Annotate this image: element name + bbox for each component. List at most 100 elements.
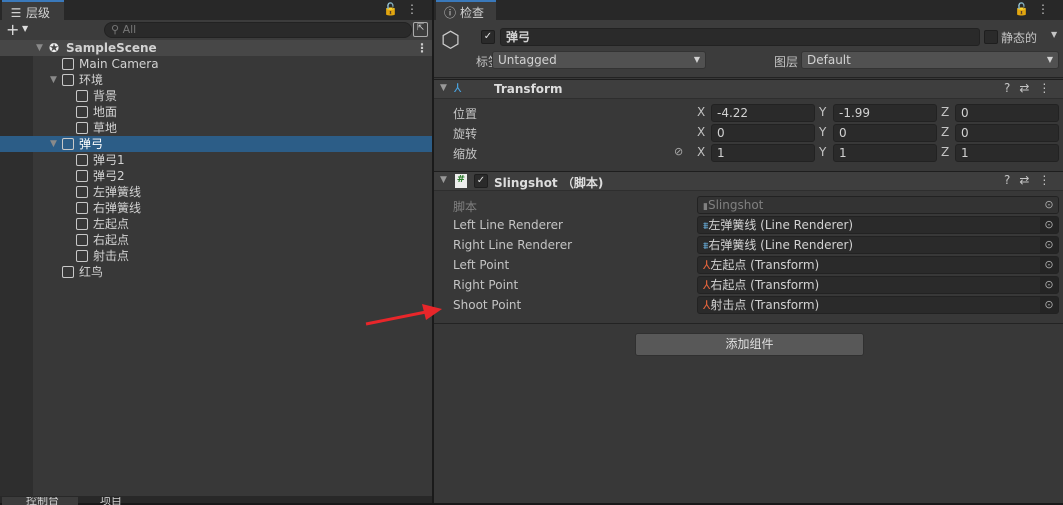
layer-label: 图层	[774, 55, 799, 69]
script-field: ▮Slingshot ⊙	[697, 196, 1059, 214]
hierarchy-item[interactable]: Main Camera	[0, 56, 432, 72]
hierarchy-item[interactable]: 地面	[0, 104, 432, 120]
field-value: 射击点 (Transform)	[710, 298, 820, 312]
field-value: 右弹簧线 (Line Renderer)	[708, 238, 854, 252]
field-value: 左起点 (Transform)	[710, 258, 820, 272]
expand-arrow-icon[interactable]: ▼	[50, 136, 62, 152]
field-label: Left Point	[453, 258, 510, 272]
transform-header[interactable]: ▼ ⅄ Transform ?⇄⋮	[434, 79, 1063, 99]
chevron-down-icon[interactable]: ▼	[22, 24, 28, 33]
axis-z-label: Z	[941, 145, 950, 159]
hierarchy-item[interactable]: 背景	[0, 88, 432, 104]
tab-label: 层级	[26, 6, 51, 20]
transform-y-input[interactable]: 0	[833, 124, 937, 142]
tab-console[interactable]: 控制台	[2, 497, 78, 505]
hierarchy-item[interactable]: 红鸟	[0, 264, 432, 280]
collapse-arrow-icon[interactable]: ▼	[440, 83, 447, 93]
static-checkbox[interactable]	[984, 30, 998, 44]
hierarchy-item[interactable]: 右弹簧线	[0, 200, 432, 216]
tag-value: Untagged	[498, 53, 557, 67]
add-button[interactable]: +	[6, 20, 19, 39]
object-picker-icon[interactable]: ⊙	[1040, 277, 1058, 293]
hierarchy-item[interactable]: 左弹簧线	[0, 184, 432, 200]
scene-visibility-button[interactable]: ⇱	[413, 22, 428, 37]
hierarchy-item[interactable]: 射击点	[0, 248, 432, 264]
bottom-tabbar: 控制台 项目	[0, 496, 432, 505]
transform-z-input[interactable]: 0	[955, 124, 1059, 142]
hierarchy-item[interactable]: 草地	[0, 120, 432, 136]
transform-icon: ⅄	[454, 81, 462, 95]
field-label: Right Line Renderer	[453, 238, 573, 252]
hierarchy-item[interactable]: ▼ 弹弓	[0, 136, 432, 152]
transform-row-label: 缩放	[453, 147, 478, 161]
tab-project[interactable]: 项目	[100, 497, 122, 505]
add-component-button[interactable]: 添加组件	[635, 333, 864, 356]
transform-y-input[interactable]: 1	[833, 144, 937, 162]
search-input[interactable]: ⚲ All	[104, 22, 412, 38]
scene-name: SampleScene	[66, 41, 157, 55]
hierarchy-panel: ☰ 层级 🔓⋮ + ▼ ⚲ All ⇱ ▼ ✪ SampleScene ⋮ Mai…	[0, 0, 432, 505]
help-preset-menu-icons[interactable]: ?⇄⋮	[1004, 173, 1059, 187]
hierarchy-item[interactable]: ▼ 环境	[0, 72, 432, 88]
object-picker-icon[interactable]: ⊙	[1040, 257, 1058, 273]
active-checkbox[interactable]: ✓	[481, 30, 495, 44]
item-label: 地面	[93, 105, 118, 119]
gameobject-cube-icon	[76, 170, 88, 182]
hierarchy-item[interactable]: 弹弓2	[0, 168, 432, 184]
transform-z-input[interactable]: 0	[955, 104, 1059, 122]
expand-arrow-icon[interactable]: ▼	[50, 72, 62, 88]
transform-x-input[interactable]: 1	[711, 144, 815, 162]
field-value: 右起点 (Transform)	[710, 278, 820, 292]
scene-menu-icon[interactable]: ⋮	[416, 40, 428, 56]
gameobject-cube-icon	[76, 154, 88, 166]
object-header: ⬡ ✓ 弹弓 静态的 ▼ 标签 Untagged ▼ 图层 Default ▼	[434, 20, 1063, 78]
tab-hierarchy[interactable]: ☰ 层级	[2, 0, 64, 20]
lock-menu-icons[interactable]: 🔓⋮	[1014, 2, 1057, 16]
object-reference-field[interactable]: ⅄射击点 (Transform) ⊙	[697, 296, 1059, 314]
object-name-input[interactable]: 弹弓	[500, 28, 980, 46]
object-picker-icon[interactable]: ⊙	[1040, 297, 1058, 313]
scene-row[interactable]: ▼ ✪ SampleScene ⋮	[0, 40, 432, 56]
layer-dropdown[interactable]: Default ▼	[801, 51, 1059, 69]
object-picker-icon[interactable]: ⊙	[1040, 217, 1058, 233]
script-enabled-checkbox[interactable]: ✓	[474, 174, 488, 188]
gameobject-cube-icon	[76, 250, 88, 262]
hierarchy-item[interactable]: 右起点	[0, 232, 432, 248]
transform-x-input[interactable]: -4.22	[711, 104, 815, 122]
tag-dropdown[interactable]: Untagged ▼	[492, 51, 706, 69]
tab-inspector[interactable]: ⓘ检查器	[436, 0, 496, 37]
axis-x-label: X	[697, 105, 706, 119]
lock-menu-icons[interactable]: 🔓⋮	[383, 2, 426, 16]
field-label: Shoot Point	[453, 298, 522, 312]
script-value: Slingshot	[707, 198, 764, 212]
axis-x-label: X	[697, 125, 706, 139]
object-reference-field[interactable]: ⅄左起点 (Transform) ⊙	[697, 256, 1059, 274]
gameobject-cube-icon	[62, 138, 74, 150]
hierarchy-item[interactable]: 左起点	[0, 216, 432, 232]
object-reference-field[interactable]: ⅄右起点 (Transform) ⊙	[697, 276, 1059, 294]
static-dropdown-icon[interactable]: ▼	[1051, 30, 1057, 39]
gameobject-cube-icon	[62, 266, 74, 278]
object-reference-field[interactable]: ⩩左弹簧线 (Line Renderer) ⊙	[697, 216, 1059, 234]
layer-value: Default	[807, 53, 851, 67]
axis-x-label: X	[697, 145, 706, 159]
object-picker-icon[interactable]: ⊙	[1040, 237, 1058, 253]
transform-x-input[interactable]: 0	[711, 124, 815, 142]
item-label: 红鸟	[79, 265, 104, 279]
constrain-proportions-icon[interactable]: ⊘	[674, 145, 683, 158]
gameobject-cube-icon[interactable]: ⬡	[441, 28, 460, 53]
transform-y-input[interactable]: -1.99	[833, 104, 937, 122]
panel-splitter[interactable]	[432, 0, 434, 503]
transform-row-label: 位置	[453, 107, 478, 121]
transform-z-input[interactable]: 1	[955, 144, 1059, 162]
hierarchy-item[interactable]: 弹弓1	[0, 152, 432, 168]
collapse-arrow-icon[interactable]: ▼	[440, 175, 447, 185]
item-label: 左弹簧线	[93, 185, 142, 199]
expand-arrow-icon[interactable]: ▼	[36, 40, 48, 56]
item-label: Main Camera	[79, 57, 159, 71]
transform-row-label: 旋转	[453, 127, 478, 141]
item-label: 弹弓1	[93, 153, 125, 167]
help-preset-menu-icons[interactable]: ?⇄⋮	[1004, 81, 1059, 95]
script-header[interactable]: ▼ # ✓ Slingshot （脚本) ?⇄⋮	[434, 171, 1063, 191]
object-reference-field[interactable]: ⩩右弹簧线 (Line Renderer) ⊙	[697, 236, 1059, 254]
